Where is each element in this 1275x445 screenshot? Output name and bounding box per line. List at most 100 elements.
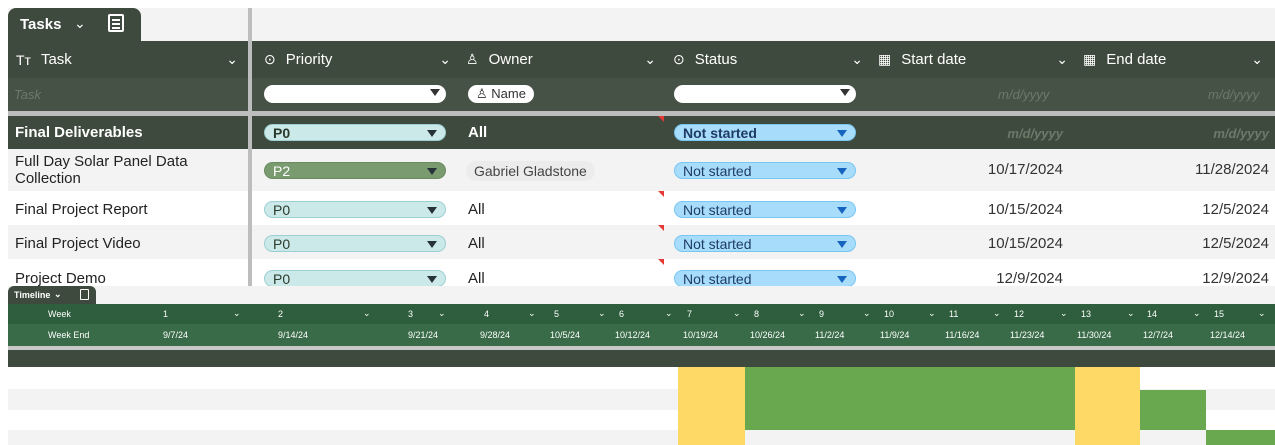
- owner-chip[interactable]: Gabriel Gladstone: [466, 161, 595, 181]
- timeline-week-row: Week 1 ⌄ 2 ⌄ 3 ⌄ 4 ⌄ 5 ⌄ 6 ⌄ 7 ⌄ 8 ⌄ 9 ⌄ 10 ⌄ 11 ⌄ 12 ⌄ 13 ⌄ 14 ⌄ 15…: [8, 304, 1275, 324]
- chevron-down-icon[interactable]: ⌄: [1251, 51, 1263, 68]
- comment-flag-icon: [658, 225, 664, 231]
- owner-cell[interactable]: All: [468, 235, 485, 252]
- owner-cell[interactable]: All: [468, 270, 485, 286]
- column-header-start-date[interactable]: ▦ Start date ⌄: [878, 41, 1078, 78]
- task-cell[interactable]: Project Demo: [15, 270, 106, 286]
- calculator-icon[interactable]: [80, 289, 89, 300]
- chevron-down-icon[interactable]: ⌄: [1193, 308, 1201, 319]
- column-header-owner[interactable]: ♙ Owner ⌄: [466, 41, 666, 78]
- dropdown-arrow-icon: [427, 241, 437, 248]
- tab-timeline[interactable]: Timeline ⌄: [8, 286, 96, 304]
- chevron-down-icon[interactable]: ⌄: [928, 308, 936, 319]
- status-select[interactable]: Not started: [674, 235, 856, 252]
- column-header-task[interactable]: Tт Task ⌄: [16, 41, 248, 78]
- end-date-cell[interactable]: 12/5/2024: [1158, 201, 1269, 218]
- start-date-cell[interactable]: 10/17/2024: [948, 161, 1063, 178]
- tab-tasks[interactable]: Tasks ⌄: [8, 8, 141, 41]
- owner-cell[interactable]: All: [468, 124, 487, 141]
- priority-value: P0: [273, 125, 291, 141]
- priority-select[interactable]: P2: [264, 162, 446, 179]
- task-cell[interactable]: Final Deliverables: [15, 124, 143, 141]
- gantt-bar-task[interactable]: [1206, 430, 1275, 445]
- column-header-end-date[interactable]: ▦ End date ⌄: [1083, 41, 1273, 78]
- status-value: Not started: [683, 125, 757, 141]
- gantt-bar-highlight[interactable]: [1075, 367, 1140, 445]
- start-date-cell[interactable]: 10/15/2024: [948, 235, 1063, 252]
- dropdown-arrow-icon: [427, 130, 437, 137]
- start-date-cell[interactable]: 10/15/2024: [948, 201, 1063, 218]
- start-date-filter-input[interactable]: m/d/yyyy: [998, 87, 1049, 102]
- calendar-icon: ▦: [1083, 51, 1097, 67]
- calculator-icon[interactable]: [108, 14, 124, 32]
- app-root: Tasks ⌄ Tт Task ⌄ ⊙ Priority ⌄ ♙ Owner ⌄…: [0, 0, 1275, 445]
- chevron-down-icon[interactable]: ⌄: [1127, 308, 1135, 319]
- table-row[interactable]: Full Day Solar Panel Data Collection P2 …: [8, 149, 1275, 191]
- status-value: Not started: [683, 202, 752, 218]
- column-header-status[interactable]: ⊙ Status ⌄: [673, 41, 873, 78]
- table-row[interactable]: Final Project Report P0 All Not started …: [8, 191, 1275, 225]
- chevron-down-icon[interactable]: ⌄: [1258, 308, 1266, 319]
- task-cell[interactable]: Full Day Solar Panel Data Collection: [15, 153, 245, 187]
- chevron-down-icon[interactable]: ⌄: [665, 308, 673, 319]
- start-date-cell[interactable]: m/d/yyyy: [948, 126, 1063, 141]
- task-cell[interactable]: Final Project Video: [15, 235, 141, 252]
- table-row-group[interactable]: Final Deliverables P0 All Not started m/…: [8, 116, 1275, 149]
- dropdown-arrow-icon: [837, 241, 847, 248]
- chevron-down-icon[interactable]: ⌄: [54, 289, 62, 300]
- task-cell[interactable]: Final Project Report: [15, 201, 148, 218]
- week-number-9: 9: [819, 309, 825, 319]
- week-end-date: 11/9/24: [880, 330, 910, 340]
- chevron-down-icon[interactable]: ⌄: [74, 15, 86, 32]
- week-end-date: 9/14/24: [278, 330, 309, 340]
- status-select[interactable]: Not started: [674, 124, 856, 141]
- status-select[interactable]: Not started: [674, 270, 856, 286]
- end-date-cell[interactable]: 12/5/2024: [1158, 235, 1269, 252]
- chevron-down-icon[interactable]: ⌄: [438, 308, 446, 319]
- gantt-bar-task[interactable]: [1140, 390, 1206, 430]
- priority-select[interactable]: P0: [264, 235, 446, 252]
- priority-select[interactable]: P0: [264, 270, 446, 286]
- table-row[interactable]: Final Project Video P0 All Not started 1…: [8, 225, 1275, 259]
- status-select[interactable]: Not started: [674, 201, 856, 218]
- week-end-date: 9/7/24: [163, 330, 189, 340]
- chevron-down-icon[interactable]: ⌄: [733, 308, 741, 319]
- end-date-cell[interactable]: 12/9/2024: [1158, 270, 1269, 286]
- gantt-bar-task[interactable]: [745, 367, 1075, 430]
- priority-filter-select[interactable]: [264, 85, 446, 103]
- table-row[interactable]: Project Demo P0 All Not started 12/9/202…: [8, 259, 1275, 286]
- status-select[interactable]: Not started: [674, 162, 856, 179]
- chevron-down-icon[interactable]: ⌄: [1056, 51, 1068, 68]
- column-header-priority[interactable]: ⊙ Priority ⌄: [264, 41, 461, 78]
- start-date-cell[interactable]: 12/9/2024: [948, 270, 1063, 286]
- week-number-8: 8: [754, 309, 760, 319]
- frozen-column-divider[interactable]: [248, 8, 252, 286]
- status-value: Not started: [683, 236, 752, 252]
- status-value: Not started: [683, 271, 752, 286]
- chevron-down-icon[interactable]: ⌄: [233, 308, 241, 319]
- task-filter-input[interactable]: Task: [14, 87, 41, 102]
- chevron-down-icon[interactable]: ⌄: [993, 308, 1001, 319]
- chevron-down-icon[interactable]: ⌄: [598, 308, 606, 319]
- chevron-down-icon[interactable]: ⌄: [798, 308, 806, 319]
- tab-timeline-label: Timeline: [14, 290, 51, 300]
- owner-cell[interactable]: All: [468, 201, 485, 218]
- chevron-down-icon[interactable]: ⌄: [863, 308, 871, 319]
- owner-filter-chip[interactable]: ♙ Name: [468, 85, 534, 103]
- chevron-down-icon[interactable]: ⌄: [226, 51, 238, 68]
- priority-select[interactable]: P0: [264, 124, 446, 141]
- priority-select[interactable]: P0: [264, 201, 446, 218]
- status-filter-select[interactable]: [674, 85, 856, 103]
- chevron-down-icon[interactable]: ⌄: [439, 51, 451, 68]
- chevron-down-icon[interactable]: ⌄: [851, 51, 863, 68]
- chevron-down-icon[interactable]: ⌄: [644, 51, 656, 68]
- end-date-cell[interactable]: 11/28/2024: [1158, 161, 1269, 178]
- end-date-cell[interactable]: m/d/yyyy: [1158, 126, 1269, 141]
- dropdown-arrow-icon: [837, 207, 847, 214]
- chevron-down-icon[interactable]: ⌄: [528, 308, 536, 319]
- end-date-filter-input[interactable]: m/d/yyyy: [1208, 87, 1259, 102]
- chevron-down-icon[interactable]: ⌄: [363, 308, 371, 319]
- chevron-down-icon[interactable]: ⌄: [1060, 308, 1068, 319]
- gantt-bar-highlight[interactable]: [678, 367, 745, 445]
- column-label: Status: [694, 51, 738, 68]
